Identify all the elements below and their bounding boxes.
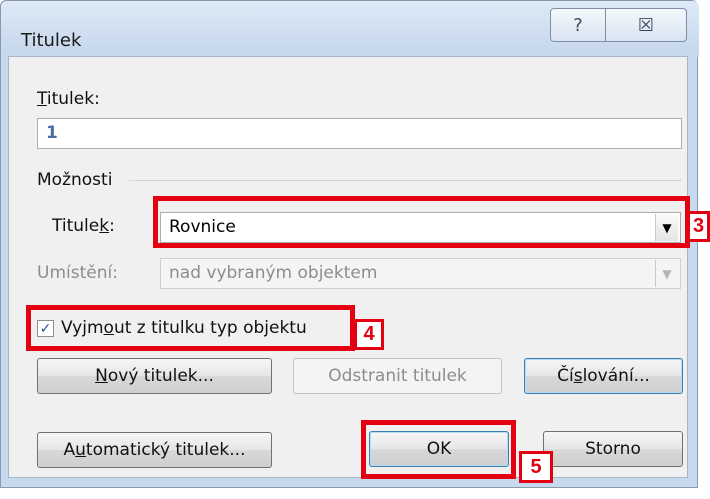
cancel-button[interactable]: Storno	[543, 431, 683, 467]
caption-label: Titulek:	[37, 89, 100, 109]
close-icon: ☒	[637, 14, 655, 36]
numbering-button[interactable]: Čí s lování...	[524, 358, 683, 394]
position-select-dropdown[interactable]: ▼	[655, 260, 678, 287]
options-group-label: Možnosti	[37, 170, 113, 190]
new-label-button[interactable]: Nový titulek...	[37, 358, 272, 394]
window-title: Titulek	[21, 30, 82, 51]
dropdown-arrow-icon: ▼	[662, 266, 672, 281]
position-select-value: nad vybraným objektem	[169, 263, 378, 283]
label-field-label: Titulek:	[52, 216, 115, 236]
autocaption-button[interactable]: Au tomatický titulek...	[37, 432, 272, 468]
options-group-divider	[129, 180, 682, 181]
annotation-number-3: 3	[687, 211, 710, 242]
position-select[interactable]: nad vybraným objektem	[160, 258, 681, 289]
help-button[interactable]: ?	[550, 8, 606, 42]
highlight-box-5	[361, 420, 516, 479]
delete-label-button[interactable]: Odstranit titulek	[293, 358, 502, 394]
close-button[interactable]: ☒	[605, 8, 687, 42]
title-bar: Titulek ? ☒	[1, 1, 699, 57]
caption-input[interactable]: 1	[37, 118, 682, 149]
help-icon: ?	[573, 14, 583, 36]
annotation-number-5: 5	[519, 451, 553, 483]
highlight-box-4	[26, 305, 355, 351]
position-field-label: Umístění:	[37, 263, 118, 283]
annotation-number-4: 4	[354, 319, 384, 350]
highlight-box-3	[153, 196, 690, 248]
